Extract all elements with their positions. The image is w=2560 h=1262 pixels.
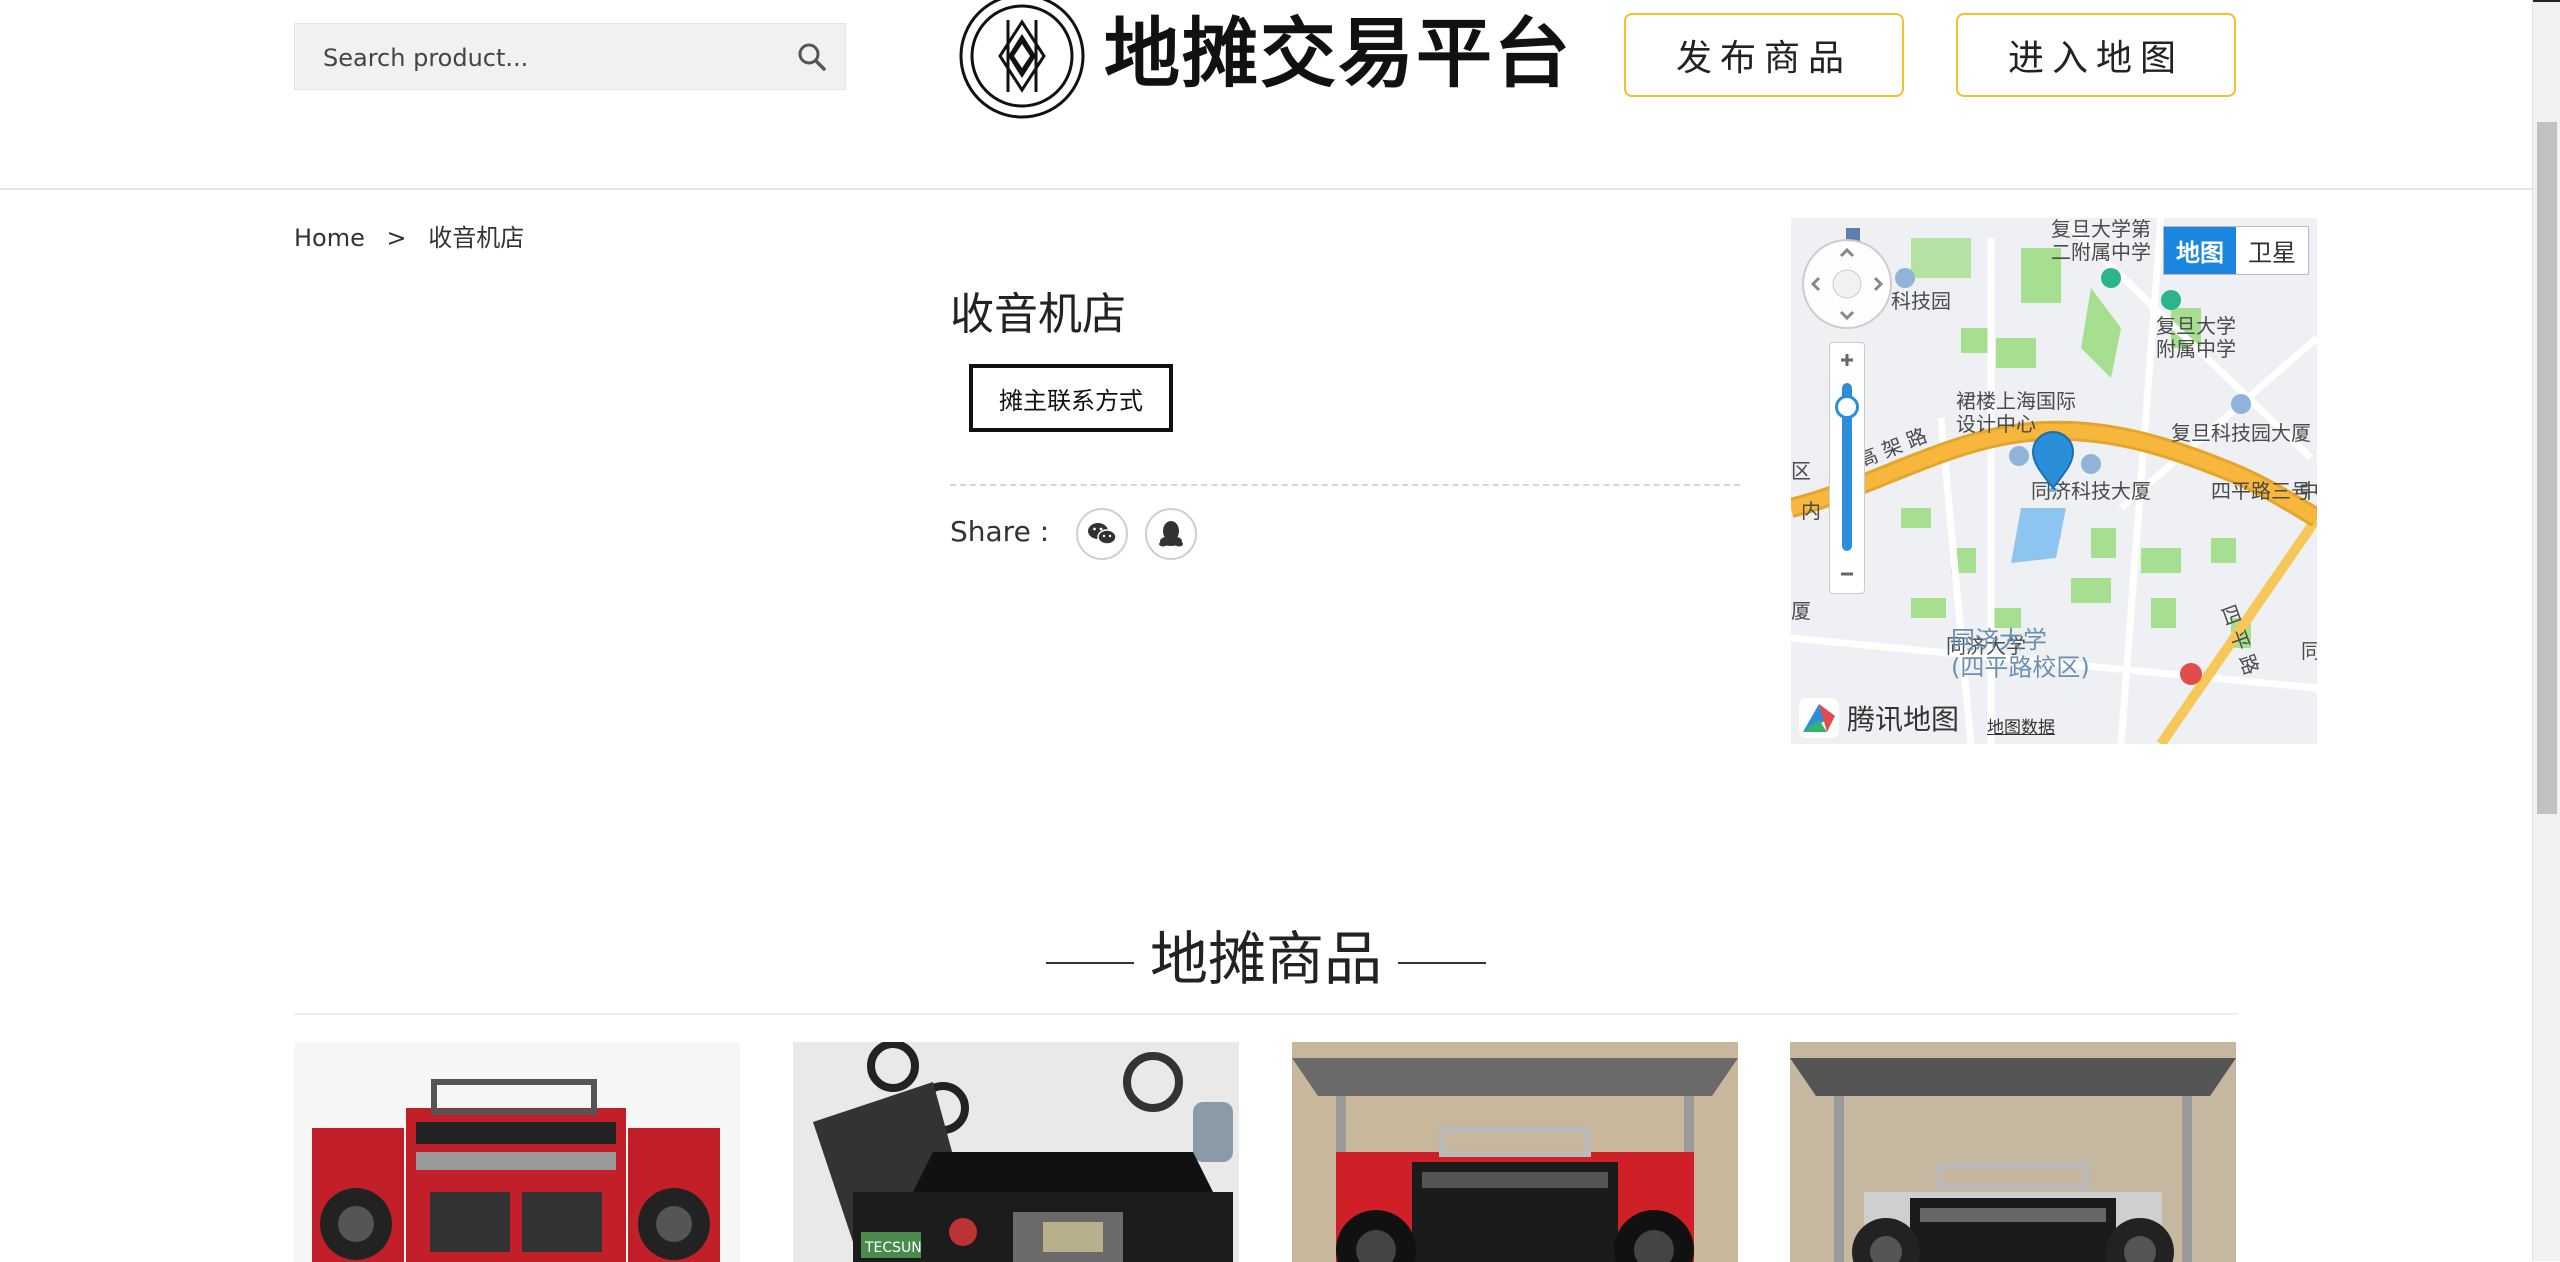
logo-text[interactable]: 地摊交易平台 xyxy=(1104,4,1572,104)
map-type-road-button[interactable]: 地图 xyxy=(2164,227,2236,274)
logo-emblem[interactable] xyxy=(958,0,1086,120)
tencent-map-logo-icon xyxy=(1799,698,1839,738)
share-label: Share : xyxy=(950,515,1050,548)
map-label-fudan-attached: 复旦大学附属中学 xyxy=(2156,314,2236,361)
publish-product-button[interactable]: 发布商品 xyxy=(1624,13,1904,97)
map-brand[interactable]: 腾讯地图 xyxy=(1797,696,1959,740)
page-scrollbar[interactable] xyxy=(2532,0,2560,1261)
map-label-xia: 厦 xyxy=(1791,599,1811,623)
qq-icon xyxy=(1159,521,1183,547)
scrollbar-top-edge xyxy=(2533,0,2560,2)
product-image-red-boombox[interactable] xyxy=(1292,1042,1738,1262)
product-card[interactable] xyxy=(294,1042,740,1262)
map-brand-label: 腾讯地图 xyxy=(1847,703,1960,736)
section-title: 地摊商品 xyxy=(0,912,2532,996)
product-image-silver-boombox[interactable] xyxy=(1790,1042,2236,1262)
contact-owner-button[interactable]: 摊主联系方式 xyxy=(969,364,1173,432)
map-label-tech-park-venture: 科技园 xyxy=(1891,289,1951,313)
zoom-slider-handle[interactable] xyxy=(1835,395,1859,419)
breadcrumb: Home > 收音机店 xyxy=(294,218,538,253)
map-label-siping-road-3: 四平路三号 xyxy=(2211,479,2311,503)
product-image-tecsun-radio[interactable]: TECSUN xyxy=(793,1042,1239,1262)
scrollbar-thumb[interactable] xyxy=(2537,122,2557,814)
map-label-tong: 同 xyxy=(2301,639,2317,663)
pan-control-icon[interactable] xyxy=(1801,238,1893,330)
zoom-out-icon[interactable] xyxy=(1830,559,1864,589)
share-qq-button[interactable] xyxy=(1145,508,1197,560)
location-map[interactable]: 科技园 复旦大学第二附属中学 复旦大学附属中学 裙楼上海国际设计中心 复旦科技园… xyxy=(1791,218,2317,744)
title-dash-right xyxy=(1398,961,1486,964)
shop-title: 收音机店 xyxy=(950,289,1126,340)
breadcrumb-current: 收音机店 xyxy=(428,224,525,252)
section-title-text: 地摊商品 xyxy=(1149,925,1382,993)
map-type-satellite-button[interactable]: 卫星 xyxy=(2236,227,2308,274)
share-wechat-button[interactable] xyxy=(1076,508,1128,560)
svg-text:TECSUN: TECSUN xyxy=(864,1240,922,1256)
dashed-divider xyxy=(950,484,1740,486)
product-card[interactable] xyxy=(1790,1042,2236,1262)
title-dash-left xyxy=(1045,961,1134,964)
wechat-icon xyxy=(1088,523,1117,545)
product-card[interactable]: TECSUN xyxy=(793,1042,1239,1262)
zoom-control xyxy=(1829,342,1865,594)
search-input[interactable] xyxy=(321,24,785,91)
product-card[interactable] xyxy=(1292,1042,1738,1262)
map-label-fudan-tech-tower: 复旦科技园大厦 xyxy=(2171,421,2311,445)
site-header: 地摊交易平台 发布商品 进入地图 xyxy=(0,0,2532,190)
map-label-fudan-second-attached: 复旦大学第二附属中学 xyxy=(2051,218,2151,264)
search-box xyxy=(294,23,846,91)
zoom-in-icon[interactable] xyxy=(1830,345,1864,375)
map-label-qu: 区 xyxy=(1791,459,1811,483)
breadcrumb-home[interactable]: Home xyxy=(294,224,365,252)
enter-map-button[interactable]: 进入地图 xyxy=(1956,13,2236,97)
search-icon xyxy=(798,43,826,71)
breadcrumb-separator: > xyxy=(386,224,407,252)
map-data-link[interactable]: 地图数据 xyxy=(1987,713,2055,738)
map-type-switch: 地图 卫星 xyxy=(2163,226,2309,275)
map-label-nei: 内 xyxy=(1801,499,1821,523)
product-image-red-radio[interactable] xyxy=(294,1042,740,1262)
map-label-zhong: 中 xyxy=(2299,479,2317,503)
search-button[interactable] xyxy=(795,40,829,74)
section-divider xyxy=(294,1013,2238,1015)
